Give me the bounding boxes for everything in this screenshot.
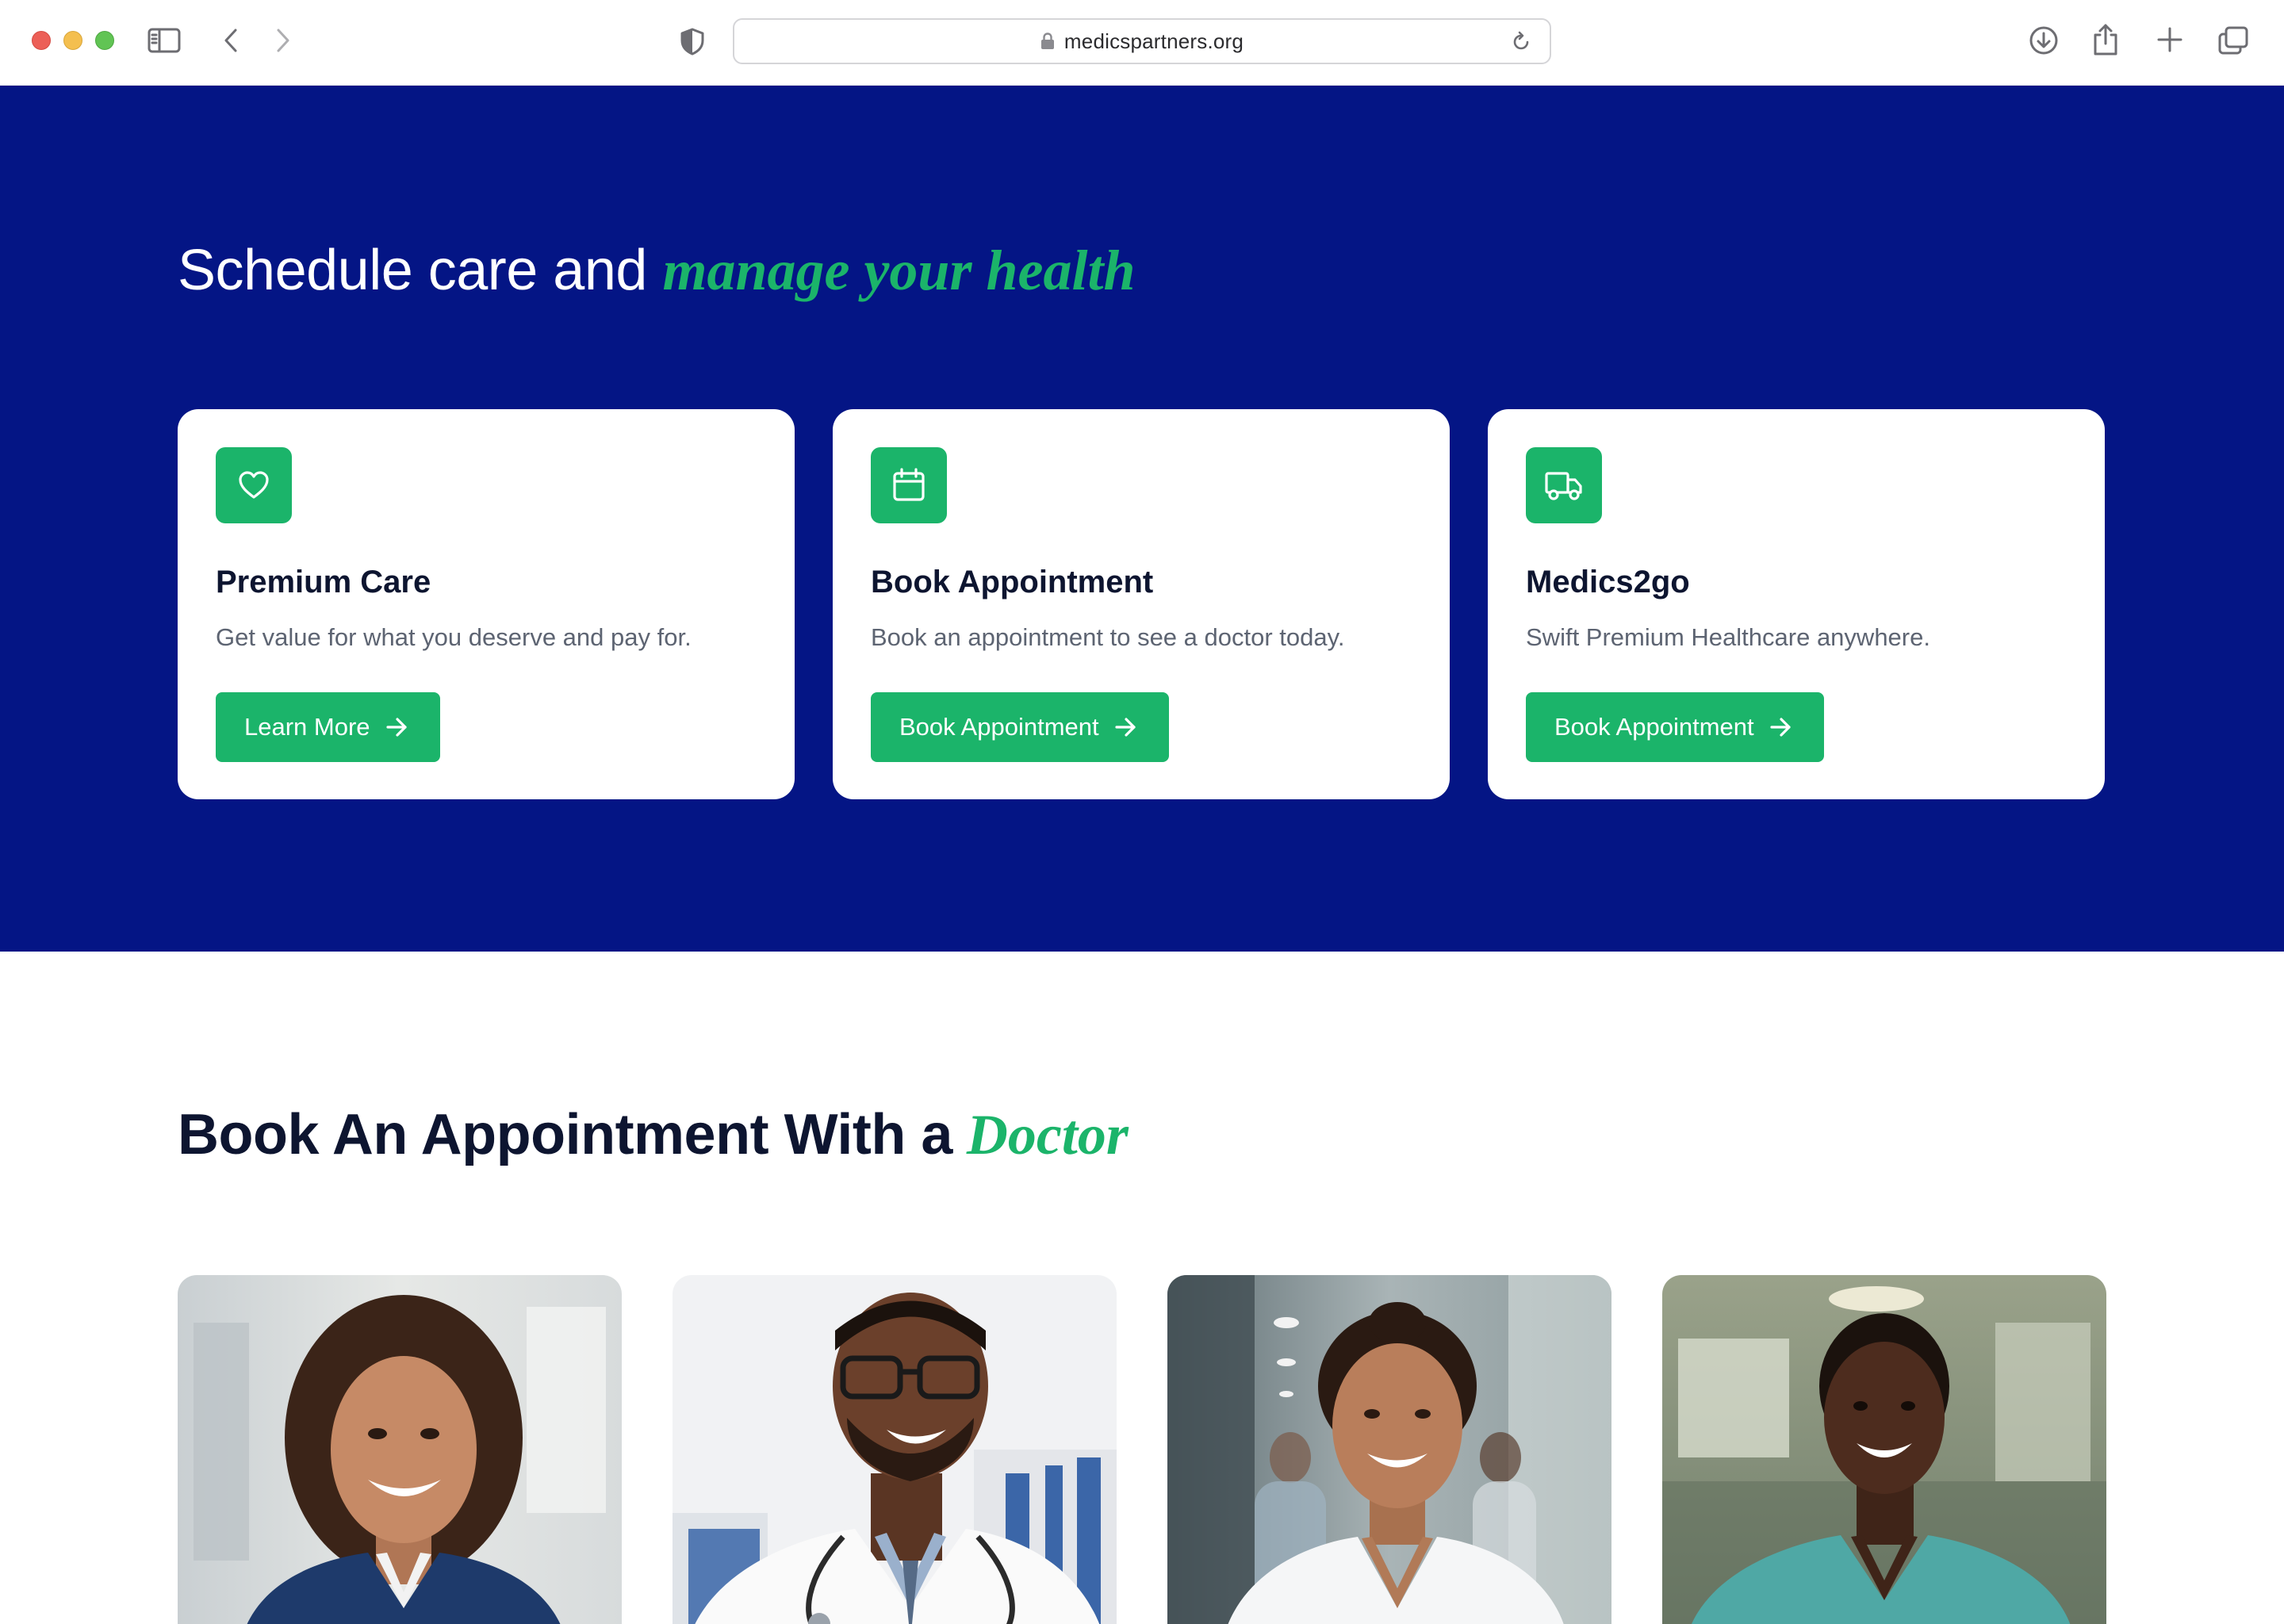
hero-section: Schedule care and manage your health Pre… — [0, 86, 2284, 952]
arrow-right-icon — [385, 718, 407, 737]
card-description: Book an appointment to see a doctor toda… — [871, 623, 1345, 651]
tab-overview-icon[interactable] — [2217, 25, 2249, 56]
service-card-medics2go: Medics2go Swift Premium Healthcare anywh… — [1488, 409, 2105, 799]
arrow-right-icon — [1115, 718, 1136, 737]
service-cards: Premium Care Get value for what you dese… — [178, 409, 2105, 799]
card-description: Get value for what you deserve and pay f… — [216, 623, 692, 651]
arrow-right-icon — [1770, 718, 1791, 737]
sidebar-toggle-icon[interactable] — [148, 27, 181, 54]
card-title: Book Appointment — [871, 565, 1154, 599]
hero-title: Schedule care and manage your health — [178, 236, 1136, 304]
card-title: Premium Care — [216, 565, 431, 599]
close-window-button[interactable] — [32, 31, 51, 50]
service-card-premium-care: Premium Care Get value for what you dese… — [178, 409, 795, 799]
doctor-photo — [1662, 1275, 2106, 1624]
lock-icon — [1040, 33, 1054, 49]
book-appointment-button[interactable]: Book Appointment — [871, 692, 1169, 762]
button-label: Book Appointment — [1554, 713, 1754, 741]
doctor-card[interactable] — [1662, 1275, 2106, 1624]
heart-icon — [216, 447, 292, 523]
back-icon[interactable] — [222, 27, 241, 54]
learn-more-button[interactable]: Learn More — [216, 692, 440, 762]
url-text: medicspartners.org — [1063, 29, 1244, 53]
doctor-card[interactable] — [1167, 1275, 1611, 1624]
doctor-card[interactable] — [673, 1275, 1117, 1624]
book-appointment-button[interactable]: Book Appointment — [1526, 692, 1824, 762]
service-card-book-appointment: Book Appointment Book an appointment to … — [833, 409, 1450, 799]
doctor-photo — [1167, 1275, 1611, 1624]
truck-icon — [1526, 447, 1602, 523]
new-tab-icon[interactable] — [2156, 25, 2184, 54]
share-icon[interactable] — [2090, 22, 2121, 57]
doctors-title-plain: Book An Appointment With a — [178, 1103, 952, 1166]
window-controls — [32, 31, 114, 50]
doctor-photo — [673, 1275, 1117, 1624]
card-description: Swift Premium Healthcare anywhere. — [1526, 623, 1930, 651]
doctor-photo — [178, 1275, 622, 1624]
card-title: Medics2go — [1526, 565, 1690, 599]
reload-icon[interactable] — [1510, 31, 1532, 53]
browser-toolbar: medicspartners.org — [0, 0, 2284, 86]
forward-icon[interactable] — [273, 27, 292, 54]
doctor-cards — [178, 1275, 2106, 1624]
calendar-icon — [871, 447, 947, 523]
doctors-section-title: Book An Appointment With a Doctor — [178, 1101, 1129, 1169]
button-label: Learn More — [244, 713, 370, 741]
doctors-title-accent: Doctor — [966, 1103, 1129, 1166]
hero-title-accent: manage your health — [662, 239, 1136, 302]
downloads-icon[interactable] — [2027, 24, 2060, 57]
minimize-window-button[interactable] — [63, 31, 82, 50]
doctor-card[interactable] — [178, 1275, 622, 1624]
zoom-window-button[interactable] — [95, 31, 114, 50]
hero-title-plain: Schedule care and — [178, 239, 663, 302]
address-bar[interactable]: medicspartners.org — [733, 18, 1551, 64]
button-label: Book Appointment — [899, 713, 1099, 741]
privacy-shield-icon[interactable] — [679, 27, 706, 56]
